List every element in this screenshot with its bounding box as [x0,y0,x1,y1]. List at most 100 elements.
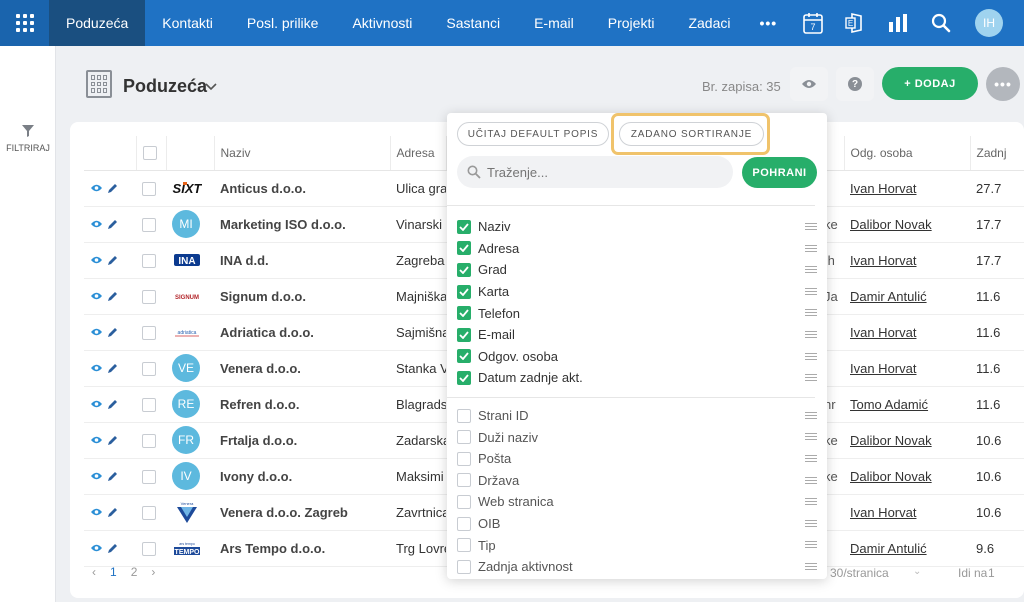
nav-more-button[interactable]: ••• [747,15,789,31]
drag-handle-icon[interactable] [805,244,817,252]
column-option[interactable]: OIB [457,513,819,535]
header-odg-osoba[interactable]: Odg. osoba [844,136,971,171]
eye-icon[interactable] [90,327,103,337]
eye-icon[interactable] [90,471,103,481]
edit-pencil-icon[interactable] [107,471,118,482]
row-select[interactable] [136,350,166,387]
row-checkbox[interactable] [142,361,156,376]
view-columns-button[interactable] [790,67,828,101]
column-option[interactable]: Prioritet [457,578,819,580]
company-name[interactable]: Signum d.o.o. [214,278,390,315]
owner-cell[interactable]: Tomo Adamić [844,386,970,423]
column-option[interactable]: Naziv [457,216,819,238]
edit-pencil-icon[interactable] [107,435,118,446]
search-icon[interactable] [931,11,951,35]
nav-item-kontakti[interactable]: Kontakti [145,0,230,46]
row-select[interactable] [136,314,166,351]
column-checkbox[interactable] [457,451,471,466]
row-checkbox[interactable] [142,289,156,304]
row-select[interactable] [136,422,166,459]
prev-page-button[interactable]: ‹ [92,565,96,579]
column-checkbox[interactable] [457,241,471,256]
page-1[interactable]: 1 [110,565,117,579]
drag-handle-icon[interactable] [805,541,817,549]
row-checkbox[interactable] [142,505,156,520]
next-page-button[interactable]: › [151,565,155,579]
edit-pencil-icon[interactable] [107,255,118,266]
drag-handle-icon[interactable] [805,223,817,230]
edit-pencil-icon[interactable] [107,543,118,554]
per-page-select[interactable]: 30/stranica [830,566,889,580]
row-checkbox[interactable] [142,217,156,232]
nav-item-poduzeca[interactable]: Poduzeća [49,0,146,46]
header-adresa[interactable]: Adresa [390,136,447,171]
header-naziv[interactable]: Naziv [214,136,391,171]
apps-menu-button[interactable] [0,0,49,46]
column-option[interactable]: Grad [457,259,819,281]
select-all-checkbox[interactable] [142,146,157,161]
more-options-button[interactable]: ••• [986,67,1020,101]
eye-icon[interactable] [90,507,103,517]
nav-item-posl-prilike[interactable]: Posl. prilike [230,0,336,46]
drag-handle-icon[interactable] [805,498,817,506]
column-option[interactable]: Adresa [457,238,819,260]
drag-handle-icon[interactable] [805,287,817,295]
column-checkbox[interactable] [457,219,471,234]
column-checkbox[interactable] [457,516,471,531]
column-checkbox[interactable] [457,408,471,423]
company-name[interactable]: Ars Tempo d.o.o. [214,530,390,567]
owner-cell[interactable]: Ivan Horvat [844,350,970,387]
row-checkbox[interactable] [142,433,156,448]
drag-handle-icon[interactable] [805,266,817,274]
row-select[interactable] [136,206,166,243]
owner-link[interactable]: Ivan Horvat [850,181,916,196]
row-select[interactable] [136,170,166,207]
row-checkbox[interactable] [142,541,156,556]
eye-icon[interactable] [90,435,103,445]
user-avatar[interactable]: IH [975,9,1003,37]
owner-link[interactable]: Ivan Horvat [850,505,916,520]
eye-icon[interactable] [90,219,103,229]
owner-cell[interactable]: Ivan Horvat [844,242,970,279]
owner-link[interactable]: Dalibor Novak [850,469,932,484]
drag-handle-icon[interactable] [805,374,817,382]
eye-icon[interactable] [90,183,103,193]
load-default-list-button[interactable]: UČITAJ DEFAULT POPIS [457,122,609,146]
page-2[interactable]: 2 [131,565,138,579]
drag-handle-icon[interactable] [805,352,817,360]
column-option[interactable]: Tip [457,534,819,556]
row-select[interactable] [136,530,166,567]
column-option[interactable]: Telefon [457,302,819,324]
drag-handle-icon[interactable] [805,562,817,570]
column-option[interactable]: E-mail [457,324,819,346]
edit-pencil-icon[interactable] [107,507,118,518]
column-option[interactable]: Zadnja aktivnost [457,556,819,578]
owner-link[interactable]: Ivan Horvat [850,361,916,376]
eye-icon[interactable] [90,543,103,553]
edit-pencil-icon[interactable] [107,399,118,410]
column-option[interactable]: Država [457,470,819,492]
column-search-input[interactable] [487,164,717,180]
owner-cell[interactable]: Dalibor Novak [844,206,970,243]
owner-link[interactable]: Tomo Adamić [850,397,928,412]
row-checkbox[interactable] [142,325,156,340]
company-name[interactable]: Ivony d.o.o. [214,458,390,495]
column-checkbox[interactable] [457,473,471,488]
chevron-down-icon[interactable]: ⌄ [913,566,921,577]
row-checkbox[interactable] [142,181,156,196]
company-name[interactable]: INA d.d. [214,242,390,279]
drag-handle-icon[interactable] [805,519,817,527]
edit-pencil-icon[interactable] [107,183,118,194]
eye-icon[interactable] [90,291,103,301]
owner-link[interactable]: Damir Antulić [850,289,927,304]
drag-handle-icon[interactable] [805,330,817,338]
row-checkbox[interactable] [142,397,156,412]
column-checkbox[interactable] [457,349,471,364]
company-name[interactable]: Marketing ISO d.o.o. [214,206,390,243]
company-name[interactable]: Venera d.o.o. [214,350,390,387]
company-name[interactable]: Venera d.o.o. Zagreb [214,494,390,531]
row-select[interactable] [136,242,166,279]
goto-input[interactable]: 1 [988,566,995,580]
save-columns-button[interactable]: POHRANI [742,157,817,188]
row-checkbox[interactable] [142,469,156,484]
